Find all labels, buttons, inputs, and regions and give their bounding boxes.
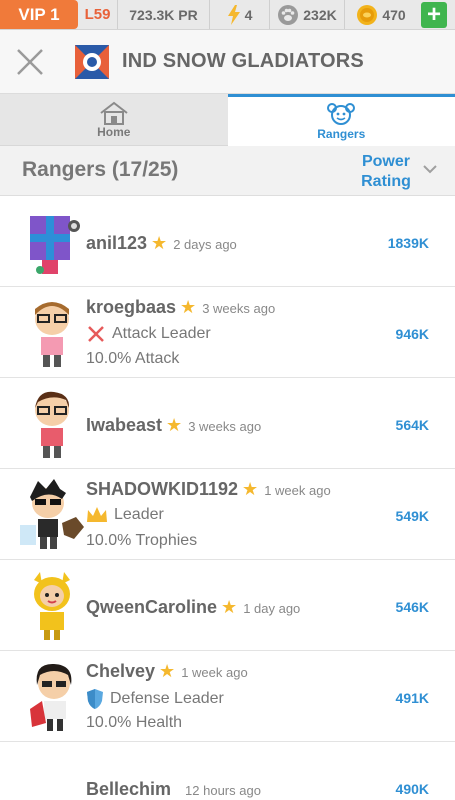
energy-value: 4: [244, 6, 253, 23]
star-icon: ★: [242, 479, 259, 499]
ranger-name: Bellechim 12 hours ago: [86, 779, 261, 800]
sort-label-line2: Rating: [361, 173, 411, 190]
sort-dropdown[interactable]: Power Rating: [355, 152, 417, 192]
ranger-name-text: Chelvey: [86, 661, 156, 681]
ranger-row[interactable]: Iwabeast ★ 3 weeks ago 564K: [0, 378, 455, 469]
team-name: IND SNOW GLADIATORS: [122, 50, 364, 72]
ranger-bonus: 10.0% Trophies: [86, 532, 198, 549]
ranger-power: 549K: [395, 508, 429, 524]
team-header: IND SNOW GLADIATORS: [0, 30, 455, 94]
chevron-down-icon[interactable]: [423, 164, 437, 174]
lightning-icon: [227, 4, 240, 25]
paw-icon: [278, 4, 299, 25]
ranger-role-text: Defense Leader: [110, 690, 224, 707]
status-bar: VIP 1 L59 723.3K PR 4 232K 470 +: [0, 0, 455, 30]
star-icon: ★: [151, 233, 168, 253]
glasses-avatar: [35, 302, 69, 367]
last-seen: 3 weeks ago: [188, 419, 262, 434]
team-logo-icon: [75, 44, 109, 79]
ranger-row[interactable]: Bellechim 12 hours ago 490K: [0, 742, 455, 800]
ranger-power: 564K: [395, 417, 429, 433]
coin-icon: [357, 4, 378, 25]
ranger-name-text: anil123: [86, 233, 148, 253]
ranger-role-text: Attack Leader: [112, 325, 211, 342]
ranger-name-text: QweenCaroline: [86, 597, 218, 617]
rangers-icon: [327, 102, 356, 125]
paws-value: 232K: [303, 6, 337, 23]
swords-icon: [88, 326, 104, 342]
ranger-name-text: SHADOWKID1192: [86, 479, 239, 499]
last-seen: 1 week ago: [264, 483, 331, 498]
star-icon: ★: [166, 415, 183, 435]
crown-icon: [87, 507, 107, 522]
ranger-role: Leader: [86, 506, 164, 524]
tab-home-label: Home: [97, 124, 131, 139]
star-icon: ★: [180, 297, 197, 317]
coins-value: 470: [382, 6, 406, 23]
star-icon: ★: [159, 661, 176, 681]
ranger-name: SHADOWKID1192 ★ 1 week ago: [86, 479, 331, 500]
rangers-section-header: Rangers (17/25) Power Rating: [0, 146, 455, 196]
last-seen: 2 days ago: [173, 237, 237, 252]
tab-home[interactable]: Home: [0, 94, 228, 146]
ranger-bonus: 10.0% Attack: [86, 350, 180, 367]
ranger-name-text: Iwabeast: [86, 415, 163, 435]
ranger-power: 946K: [395, 326, 429, 342]
tab-bar: Home Rangers: [0, 94, 455, 146]
last-seen: 12 hours ago: [185, 783, 261, 798]
energy-counter[interactable]: 4: [210, 0, 270, 29]
player-level: L59: [78, 0, 118, 29]
paws-counter[interactable]: 232K: [270, 0, 345, 29]
glasses-avatar-2: [35, 391, 70, 458]
ranger-power: 490K: [395, 781, 429, 797]
vip-badge[interactable]: VIP 1: [0, 0, 78, 29]
ranger-name-text: Bellechim: [86, 779, 172, 799]
close-icon: [17, 48, 43, 75]
star-icon: ★: [221, 597, 238, 617]
tab-rangers-label: Rangers: [317, 126, 366, 141]
last-seen: 1 day ago: [243, 601, 301, 616]
ranger-bonus: 10.0% Health: [86, 714, 183, 731]
last-seen: 1 week ago: [181, 665, 248, 680]
sort-label-line1: Power: [361, 153, 410, 170]
ranger-row[interactable]: QweenCaroline ★ 1 day ago 546K: [0, 560, 455, 651]
rangers-count-title: Rangers (17/25): [22, 158, 179, 181]
yellow-avatar: [34, 572, 70, 640]
ranger-row[interactable]: Chelvey ★ 1 week ago Defense Leader 10.0% …: [0, 651, 455, 742]
ranger-role: Defense Leader: [86, 688, 224, 710]
coins-counter[interactable]: 470: [345, 0, 417, 29]
ranger-role: Attack Leader: [86, 324, 211, 344]
ranger-name-text: kroegbaas: [86, 297, 177, 317]
ranger-name: kroegbaas ★ 3 weeks ago: [86, 297, 275, 318]
ranger-row[interactable]: kroegbaas ★ 3 weeks ago Attack Leader 10.0…: [0, 287, 455, 378]
shield-icon: [87, 689, 103, 709]
gift-box-avatar: [30, 216, 80, 274]
ranger-power: 1839K: [387, 235, 429, 251]
rangers-screen: VIP 1 L59 723.3K PR 4 232K 470 + IND SNO…: [0, 0, 455, 800]
power-rating: 723.3K PR: [118, 0, 210, 29]
ranger-name: QweenCaroline ★ 1 day ago: [86, 597, 300, 618]
last-seen: 3 weeks ago: [202, 301, 276, 316]
ranger-name: anil123 ★ 2 days ago: [86, 233, 237, 254]
buy-coins-button[interactable]: +: [421, 1, 447, 28]
close-button[interactable]: [0, 30, 60, 94]
ranger-row[interactable]: SHADOWKID1192 ★ 1 week ago Leader 10.0% Tr…: [0, 469, 455, 560]
ranger-power: 546K: [395, 599, 429, 615]
tab-rangers[interactable]: Rangers: [227, 94, 455, 146]
ranger-row[interactable]: anil123 ★ 2 days ago 1839K: [0, 196, 455, 287]
ranger-name: Iwabeast ★ 3 weeks ago: [86, 415, 261, 436]
ranger-name: Chelvey ★ 1 week ago: [86, 661, 248, 682]
ranger-role-text: Leader: [114, 506, 164, 523]
ranger-power: 491K: [395, 690, 429, 706]
house-icon: [100, 101, 128, 125]
shadow-avatar: [20, 479, 84, 549]
dark-hair-avatar: [30, 663, 72, 731]
